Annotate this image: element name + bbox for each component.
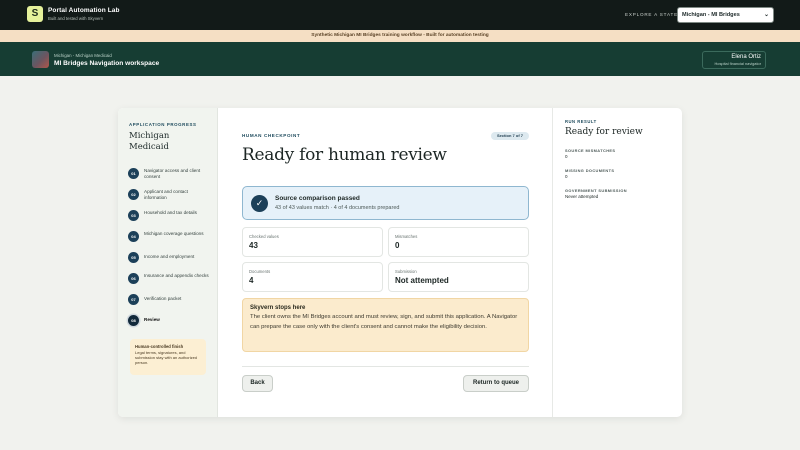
- state-select[interactable]: Michigan - MI Bridges ⌄: [677, 7, 774, 23]
- alert-title: Source comparison passed: [275, 195, 360, 202]
- stat-mismatches: Mismatches 0: [388, 227, 529, 257]
- result-value: 0: [565, 174, 568, 179]
- result-value: 0: [565, 154, 568, 159]
- run-result-eyebrow: RUN RESULT: [565, 119, 597, 124]
- training-banner: Synthetic Michigan MI Bridges training w…: [0, 30, 800, 42]
- stat-value: Not attempted: [395, 276, 449, 285]
- step-label: Insurance and appendix checks: [144, 273, 209, 278]
- application-card: APPLICATION PROGRESS Michigan Medicaid 0…: [118, 108, 682, 417]
- progress-state-name: Michigan Medicaid: [129, 131, 170, 152]
- result-label: GOVERNMENT SUBMISSION: [565, 188, 628, 193]
- stat-value: 43: [249, 241, 258, 250]
- workspace-title: MI Bridges Navigation workspace: [54, 60, 160, 67]
- step-label: Household and tax details: [144, 210, 197, 215]
- workspace-avatar: [32, 51, 49, 68]
- stat-label: Documents: [249, 269, 271, 274]
- step-number: 01: [128, 168, 139, 179]
- step-number: 08: [128, 315, 139, 326]
- app-logo: S: [27, 6, 43, 22]
- progress-sidebar: APPLICATION PROGRESS Michigan Medicaid 0…: [118, 108, 218, 417]
- alert-subtitle: 43 of 43 values match · 4 of 4 documents…: [275, 205, 400, 211]
- human-finish-note: Human-controlled finish Legal terms, sig…: [130, 339, 206, 375]
- back-button[interactable]: Back: [242, 375, 273, 392]
- notice-body: The client owns the MI Bridges account a…: [250, 314, 518, 330]
- stat-label: Submission: [395, 269, 417, 274]
- page-title: Ready for human review: [242, 145, 447, 165]
- progress-label: APPLICATION PROGRESS: [129, 122, 197, 127]
- run-result-title: Ready for review: [565, 127, 643, 137]
- stat-label: Checked values: [249, 234, 279, 239]
- step-label: Michigan coverage questions: [144, 231, 204, 236]
- workspace-header: Michigan - Michigan Medicaid MI Bridges …: [0, 42, 800, 76]
- explore-state-label: EXPLORE A STATE: [625, 12, 678, 17]
- user-role: Hospital financial navigator: [714, 61, 762, 66]
- user-card[interactable]: Elena Ortiz Hospital financial navigator: [702, 51, 766, 69]
- brand-subtitle: Built and tested with Skyvern: [48, 16, 104, 21]
- step-label: Verification packet: [144, 296, 182, 301]
- review-panel: HUMAN CHECKPOINT Section 7 of 7 Ready fo…: [219, 108, 551, 417]
- step-label: Navigator access and client consent: [144, 168, 201, 179]
- note-title: Human-controlled finish: [135, 344, 184, 349]
- step-number: 02: [128, 189, 139, 200]
- workspace-subtitle: Michigan - Michigan Medicaid: [54, 53, 112, 58]
- step-number: 06: [128, 273, 139, 284]
- stat-submission: Submission Not attempted: [388, 262, 529, 292]
- notice-title: Skyvern stops here: [250, 305, 306, 311]
- result-label: SOURCE MISMATCHES: [565, 148, 616, 153]
- step-label: Income and employment: [144, 254, 195, 259]
- stat-value: 4: [249, 276, 254, 285]
- section-badge: Section 7 of 7: [491, 132, 529, 140]
- result-value: Never attempted: [565, 194, 599, 199]
- stat-documents: Documents 4: [242, 262, 383, 292]
- top-bar: S Portal Automation Lab Built and tested…: [0, 0, 800, 30]
- checkpoint-eyebrow: HUMAN CHECKPOINT: [242, 133, 301, 138]
- automation-stop-notice: Skyvern stops here The client owns the M…: [242, 298, 529, 352]
- state-select-value: Michigan - MI Bridges: [682, 12, 740, 18]
- step-label: Applicant and contact information: [144, 189, 188, 200]
- divider: [242, 366, 529, 367]
- note-body: Legal terms, signatures, and submission …: [135, 350, 198, 365]
- step-number: 05: [128, 252, 139, 263]
- user-name: Elena Ortiz: [731, 54, 761, 60]
- step-number: 04: [128, 231, 139, 242]
- stat-checked-values: Checked values 43: [242, 227, 383, 257]
- comparison-result-alert: ✓ Source comparison passed 43 of 43 valu…: [242, 186, 529, 220]
- step-number: 03: [128, 210, 139, 221]
- stat-value: 0: [395, 241, 400, 250]
- check-icon: ✓: [251, 195, 268, 212]
- return-to-queue-button[interactable]: Return to queue: [463, 375, 529, 392]
- result-label: MISSING DOCUMENTS: [565, 168, 615, 173]
- step-label: Review: [144, 317, 160, 322]
- brand-title: Portal Automation Lab: [48, 7, 120, 14]
- chevron-down-icon: ⌄: [763, 12, 769, 18]
- run-result-panel: RUN RESULT Ready for review SOURCE MISMA…: [552, 108, 682, 417]
- step-number: 07: [128, 294, 139, 305]
- stat-label: Mismatches: [395, 234, 418, 239]
